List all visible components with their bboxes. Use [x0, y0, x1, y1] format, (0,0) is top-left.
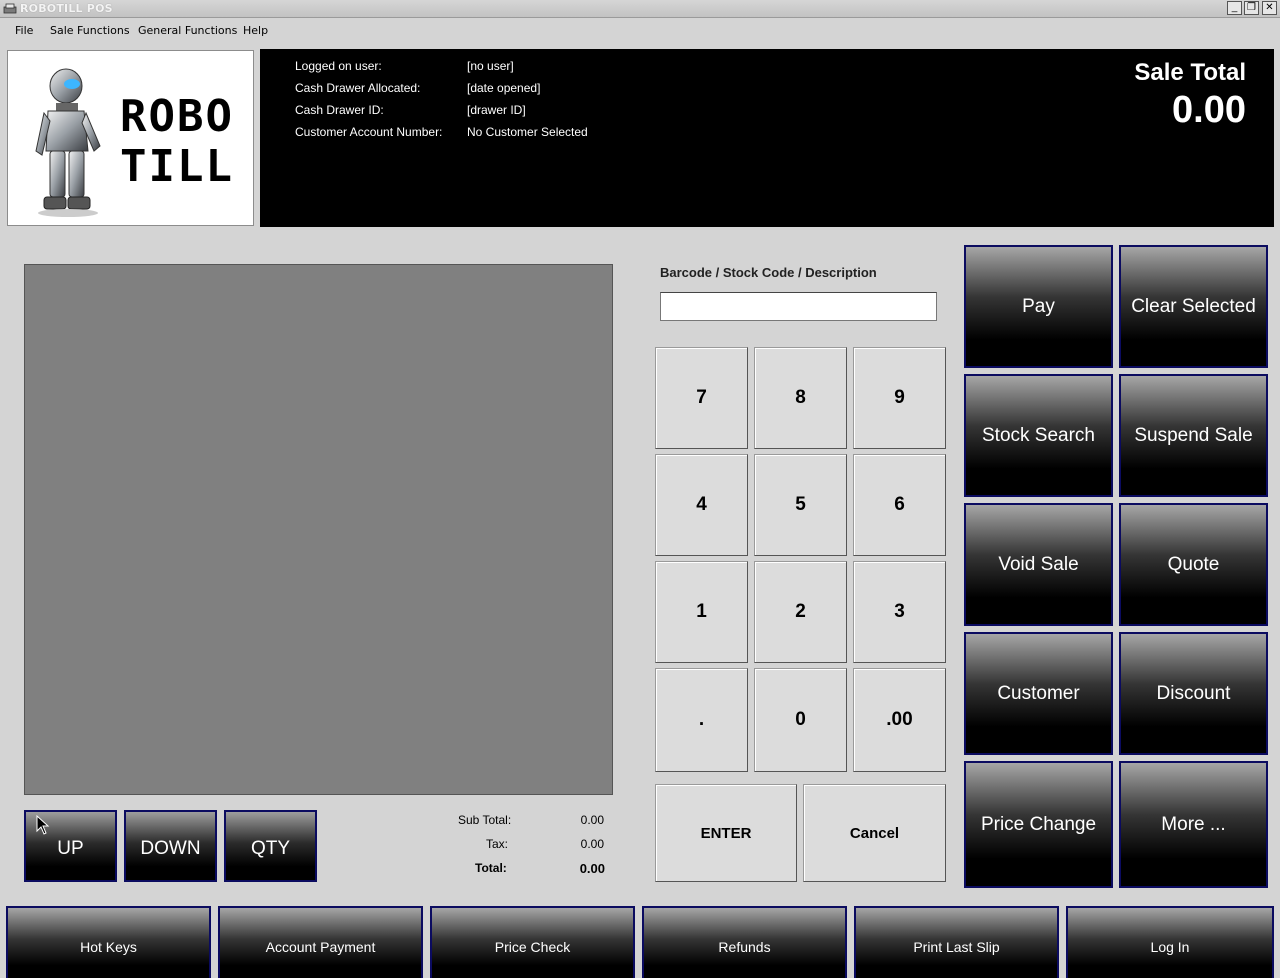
key-1[interactable]: 1	[655, 561, 748, 663]
sale-total-label: Sale Total	[1134, 59, 1246, 86]
refunds-button[interactable]: Refunds	[642, 906, 847, 978]
total-value: 0.00	[579, 861, 605, 876]
logo-text-robo: ROBO	[120, 91, 234, 142]
customer-account-value: No Customer Selected	[467, 125, 588, 139]
restore-button[interactable]: ❐	[1244, 1, 1259, 15]
robot-logo-icon: ROBO TILL	[35, 68, 234, 217]
void-sale-button[interactable]: Void Sale	[964, 503, 1113, 626]
title-bar: ROBOTILL POS _ ❐ ✕	[0, 0, 1280, 18]
subtotal-label: Sub Total:	[458, 813, 512, 827]
key-double-zero[interactable]: .00	[853, 668, 946, 772]
key-8[interactable]: 8	[754, 347, 847, 449]
pay-button[interactable]: Pay	[964, 245, 1113, 368]
enter-button[interactable]: ENTER	[655, 784, 797, 882]
clear-selected-button[interactable]: Clear Selected	[1119, 245, 1268, 368]
logged-on-user-label: Logged on user:	[295, 59, 382, 73]
account-payment-button[interactable]: Account Payment	[218, 906, 423, 978]
mouse-cursor-icon	[36, 815, 50, 835]
key-2[interactable]: 2	[754, 561, 847, 663]
key-9[interactable]: 9	[853, 347, 946, 449]
menu-bar: File Sale Functions General Functions He…	[0, 19, 1280, 43]
total-label: Total:	[475, 861, 507, 875]
key-4[interactable]: 4	[655, 454, 748, 556]
menu-sale-functions[interactable]: Sale Functions	[50, 24, 130, 37]
barcode-label: Barcode / Stock Code / Description	[660, 265, 877, 280]
cash-drawer-allocated-value: [date opened]	[467, 81, 541, 95]
key-5[interactable]: 5	[754, 454, 847, 556]
barcode-input[interactable]	[660, 292, 937, 321]
menu-file[interactable]: File	[15, 24, 33, 37]
menu-general-functions[interactable]: General Functions	[138, 24, 237, 37]
menu-help[interactable]: Help	[243, 24, 268, 37]
more-button[interactable]: More ...	[1119, 761, 1268, 888]
session-info-panel: Logged on user: [no user] Cash Drawer Al…	[260, 49, 1274, 227]
print-last-slip-button[interactable]: Print Last Slip	[854, 906, 1059, 978]
sale-items-grid[interactable]	[24, 264, 613, 795]
key-decimal[interactable]: .	[655, 668, 748, 772]
price-check-button[interactable]: Price Check	[430, 906, 635, 978]
down-button[interactable]: DOWN	[124, 810, 217, 882]
close-button[interactable]: ✕	[1262, 1, 1277, 15]
app-icon	[3, 3, 17, 14]
robotill-logo: ROBO TILL	[7, 50, 254, 226]
logo-text-till: TILL	[120, 141, 234, 192]
cancel-button[interactable]: Cancel	[803, 784, 946, 882]
discount-button[interactable]: Discount	[1119, 632, 1268, 755]
cash-drawer-allocated-label: Cash Drawer Allocated:	[295, 81, 421, 95]
stock-search-button[interactable]: Stock Search	[964, 374, 1113, 497]
quote-button[interactable]: Quote	[1119, 503, 1268, 626]
customer-account-label: Customer Account Number:	[295, 125, 443, 139]
logged-on-user-value: [no user]	[467, 59, 514, 73]
cash-drawer-id-label: Cash Drawer ID:	[295, 103, 384, 117]
sale-total-value: 0.00	[1172, 89, 1246, 131]
cash-drawer-id-value: [drawer ID]	[467, 103, 526, 117]
tax-label: Tax:	[486, 837, 509, 851]
key-7[interactable]: 7	[655, 347, 748, 449]
qty-button[interactable]: QTY	[224, 810, 317, 882]
customer-button[interactable]: Customer	[964, 632, 1113, 755]
suspend-sale-button[interactable]: Suspend Sale	[1119, 374, 1268, 497]
key-0[interactable]: 0	[754, 668, 847, 772]
minimize-button[interactable]: _	[1227, 1, 1242, 15]
subtotal-value: 0.00	[580, 813, 604, 827]
tax-value: 0.00	[580, 837, 604, 851]
key-6[interactable]: 6	[853, 454, 946, 556]
key-3[interactable]: 3	[853, 561, 946, 663]
window-title: ROBOTILL POS	[20, 2, 113, 15]
hot-keys-button[interactable]: Hot Keys	[6, 906, 211, 978]
price-change-button[interactable]: Price Change	[964, 761, 1113, 888]
log-in-button[interactable]: Log In	[1066, 906, 1274, 978]
